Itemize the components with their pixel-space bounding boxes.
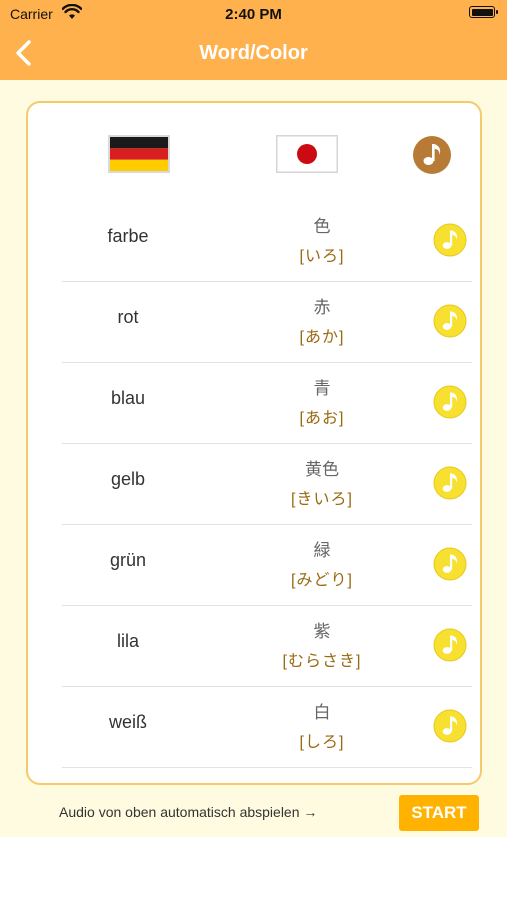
music-note-icon[interactable] <box>433 628 467 662</box>
japanese-kanji: 色 <box>313 217 331 236</box>
music-note-icon[interactable] <box>433 385 467 419</box>
japan-flag-icon <box>276 135 338 173</box>
vocab-row: rot 赤 [あか] <box>62 281 472 363</box>
japanese-kanji: 緑 <box>313 541 331 560</box>
japanese-reading: [むらさき] <box>282 653 362 670</box>
japanese-reading: [いろ] <box>299 248 345 265</box>
vocab-row: weiß 白 [しろ] <box>62 686 472 768</box>
vocab-row: lila 紫 [むらさき] <box>62 605 472 687</box>
japanese-reading: [あお] <box>299 410 345 427</box>
battery-icon <box>469 6 498 18</box>
japanese-kanji: 赤 <box>313 298 331 317</box>
german-word: lila <box>116 631 139 651</box>
japanese-kanji: 黄色 <box>305 460 339 479</box>
japanese-reading: [しろ] <box>299 734 345 751</box>
status-time: 2:40 PM <box>225 6 282 23</box>
music-note-icon[interactable] <box>433 547 467 581</box>
vocab-row: gelb 黄色 [きいろ] <box>62 443 472 525</box>
play-all-music-note-icon[interactable] <box>412 135 452 175</box>
vocab-row: grün 緑 [みどり] <box>62 524 472 606</box>
german-word: rot <box>117 307 139 327</box>
start-button[interactable]: START <box>399 795 479 831</box>
japanese-kanji: 紫 <box>313 622 331 641</box>
vocab-row: farbe 色 [いろ] <box>62 200 472 282</box>
music-note-icon[interactable] <box>433 304 467 338</box>
music-note-icon[interactable] <box>433 709 467 743</box>
japanese-reading: [みどり] <box>291 572 353 589</box>
status-bar: Carrier 2:40 PM <box>0 0 507 28</box>
japanese-kanji: 青 <box>313 379 331 398</box>
music-note-icon[interactable] <box>433 223 467 257</box>
german-word: grün <box>109 550 147 570</box>
music-note-icon[interactable] <box>433 466 467 500</box>
japanese-reading: [きいろ] <box>291 491 353 508</box>
german-word: blau <box>110 388 146 408</box>
japanese-reading: [あか] <box>299 329 345 346</box>
german-word: weiß <box>108 712 147 732</box>
nav-bar: Carrier 2:40 PM Word/Color <box>0 0 507 80</box>
german-word: farbe <box>107 226 149 246</box>
vocab-row: blau 青 [あお] <box>62 362 472 444</box>
page-title: Word/Color <box>199 42 308 64</box>
german-word: gelb <box>110 469 146 489</box>
japanese-kanji: 白 <box>313 703 331 722</box>
autoplay-label: Audio von oben automatisch abspielen → <box>59 804 318 820</box>
germany-flag-icon <box>108 135 170 173</box>
vocabulary-card: farbe 色 [いろ] rot 赤 [あか] blau 青 [あお] gelb… <box>26 101 482 785</box>
